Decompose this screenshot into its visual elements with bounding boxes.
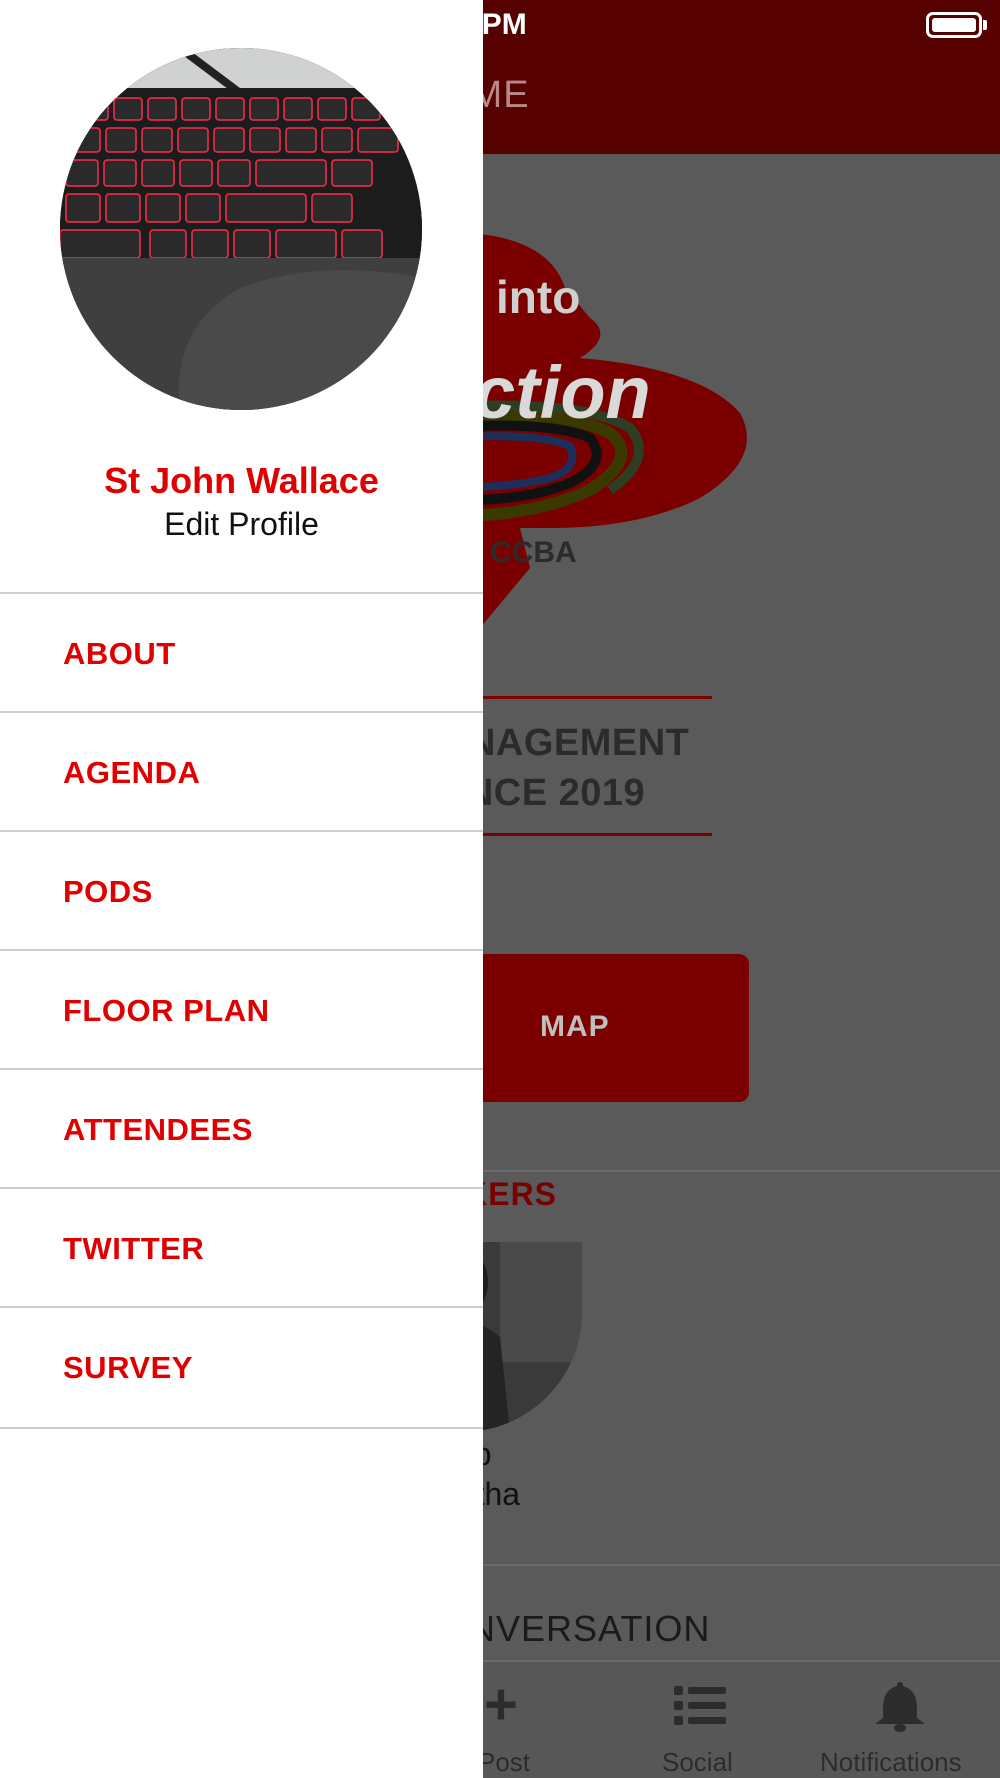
drawer-menu: ABOUT AGENDA PODS FLOOR PLAN ATTENDEES T… — [0, 592, 483, 1429]
menu-item-label: ABOUT — [63, 636, 176, 671]
plus-icon: + — [484, 1672, 518, 1737]
menu-item-floor-plan[interactable]: FLOOR PLAN — [0, 949, 483, 1068]
menu-item-label: PODS — [63, 874, 153, 909]
logo-word-into: into — [496, 271, 581, 323]
side-drawer: St John Wallace Edit Profile ABOUT AGEND… — [0, 0, 483, 1778]
tab-post-label: Post — [478, 1747, 531, 1777]
event-logo — [440, 234, 747, 628]
map-button-label: MAP — [540, 1010, 610, 1043]
divider — [440, 1564, 1000, 1566]
menu-item-label: AGENDA — [63, 755, 201, 790]
profile-name: St John Wallace — [104, 460, 379, 501]
menu-item-twitter[interactable]: TWITTER — [0, 1187, 483, 1306]
logo-org: CCBA — [490, 536, 577, 569]
edit-profile-link[interactable]: Edit Profile — [0, 506, 483, 543]
logo-word-action: ction — [474, 351, 651, 434]
battery-tip — [983, 20, 987, 30]
tab-notifications-label: Notifications — [820, 1747, 962, 1777]
menu-item-pods[interactable]: PODS — [0, 830, 483, 949]
menu-item-label: TWITTER — [63, 1231, 205, 1266]
menu-item-survey[interactable]: SURVEY — [0, 1306, 483, 1429]
divider — [440, 1170, 1000, 1172]
menu-item-label: SURVEY — [63, 1350, 193, 1385]
menu-item-about[interactable]: ABOUT — [0, 592, 483, 711]
menu-item-label: ATTENDEES — [63, 1112, 253, 1147]
menu-item-label: FLOOR PLAN — [63, 993, 270, 1028]
menu-item-agenda[interactable]: AGENDA — [0, 711, 483, 830]
list-icon — [674, 1686, 726, 1725]
menu-item-attendees[interactable]: ATTENDEES — [0, 1068, 483, 1187]
tab-social-label: Social — [662, 1747, 733, 1777]
profile-avatar[interactable] — [60, 48, 422, 410]
bell-icon — [875, 1682, 925, 1732]
battery-icon — [926, 12, 982, 38]
